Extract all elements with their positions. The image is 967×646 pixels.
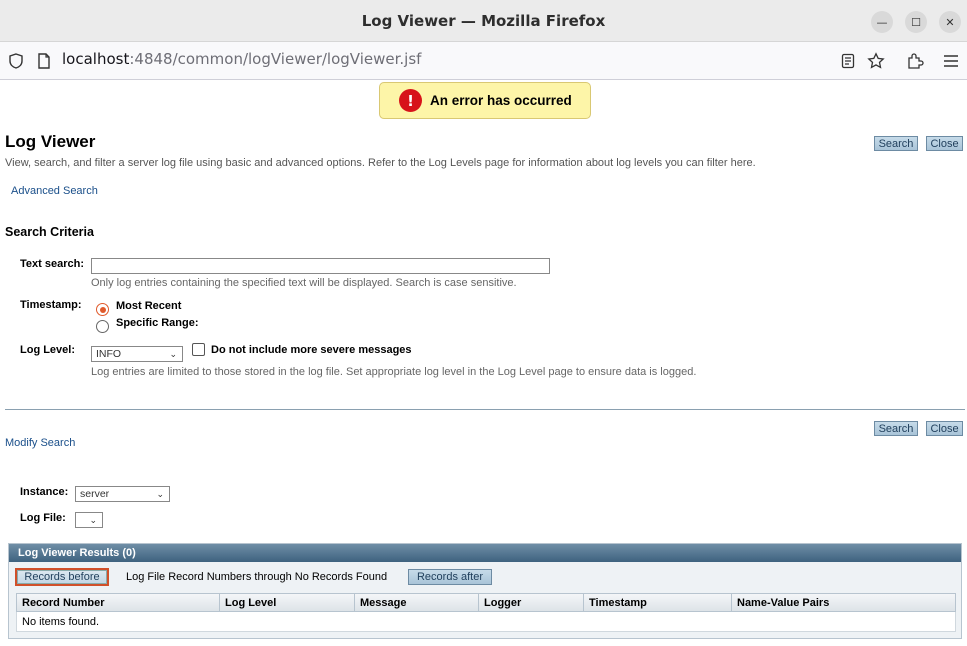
minimize-button[interactable]: — [871,11,893,33]
page-icon[interactable] [34,51,54,71]
reader-view-icon[interactable] [838,51,858,71]
window-title: Log Viewer — Mozilla Firefox [361,12,606,30]
no-severe-label: Do not include more severe messages [211,344,412,356]
instance-value: server [80,488,110,500]
section-divider [5,409,965,410]
close-button-bottom[interactable]: Close [926,421,963,436]
advanced-search-link[interactable]: Advanced Search [11,185,98,197]
results-table: Record Number Log Level Message Logger T… [16,593,956,632]
no-severe-checkbox[interactable] [192,343,205,356]
column-timestamp[interactable]: Timestamp [584,594,732,611]
records-before-focus: Records before [15,568,109,586]
instance-label: Instance: [20,486,69,498]
close-window-button[interactable]: ✕ [939,11,961,33]
text-search-help: Only log entries containing the specifie… [91,277,517,289]
url-host: localhost [62,50,130,68]
results-heading: Log Viewer Results (0) [9,544,961,562]
chevron-down-icon: ⌄ [156,489,164,499]
column-logger[interactable]: Logger [479,594,584,611]
chevron-down-icon: ⌄ [169,349,177,359]
column-message[interactable]: Message [355,594,479,611]
specific-range-label: Specific Range: [116,317,199,329]
log-file-label: Log File: [20,512,66,524]
shield-icon[interactable] [6,51,26,71]
bookmark-star-icon[interactable] [866,51,886,71]
empty-table-row: No items found. [16,612,956,632]
maximize-icon: ☐ [911,15,921,29]
results-panel: Log Viewer Results (0) Records before Lo… [8,543,962,639]
log-level-select[interactable]: INFO ⌄ [91,346,183,362]
search-button-bottom[interactable]: Search [874,421,918,436]
text-search-input[interactable] [91,258,550,274]
record-numbers-text: Log File Record Numbers through No Recor… [126,571,388,583]
instance-select[interactable]: server ⌄ [75,486,170,502]
close-button[interactable]: Close [926,136,963,151]
menu-icon[interactable] [941,51,961,71]
records-before-button[interactable]: Records before [17,570,107,584]
maximize-button[interactable]: ☐ [905,11,927,33]
page-title: Log Viewer [5,132,96,151]
window-titlebar: Log Viewer — Mozilla Firefox — ☐ ✕ [0,0,967,42]
extensions-icon[interactable] [905,51,925,71]
search-criteria-heading: Search Criteria [5,225,94,239]
text-search-label: Text search: [20,258,84,270]
search-button[interactable]: Search [874,136,918,151]
log-file-select[interactable]: ⌄ [75,512,103,528]
table-header-row: Record Number Log Level Message Logger T… [16,593,956,612]
records-after-button[interactable]: Records after [408,569,492,585]
column-log-level[interactable]: Log Level [220,594,355,611]
page-description: View, search, and filter a server log fi… [5,157,756,169]
log-level-value: INFO [96,348,122,360]
navigation-toolbar: localhost:4848/common/logViewer/logViewe… [0,42,967,80]
most-recent-radio[interactable] [96,303,109,316]
minimize-icon: — [876,15,888,29]
url-path: :4848/common/logViewer/logViewer.jsf [129,50,422,68]
error-message: An error has occurred [430,93,572,108]
specific-range-radio[interactable] [96,320,109,333]
column-name-value-pairs[interactable]: Name-Value Pairs [732,594,955,611]
chevron-down-icon: ⌄ [89,515,97,525]
timestamp-label: Timestamp: [20,299,82,311]
column-record-number[interactable]: Record Number [17,594,220,611]
error-icon: ! [399,89,422,112]
log-level-label: Log Level: [20,344,76,356]
error-banner: ! An error has occurred [379,82,591,119]
close-icon: ✕ [945,15,955,29]
log-level-help: Log entries are limited to those stored … [91,366,697,378]
url-bar[interactable]: localhost:4848/common/logViewer/logViewe… [62,50,421,68]
most-recent-label: Most Recent [116,300,182,312]
modify-search-link[interactable]: Modify Search [5,437,75,449]
